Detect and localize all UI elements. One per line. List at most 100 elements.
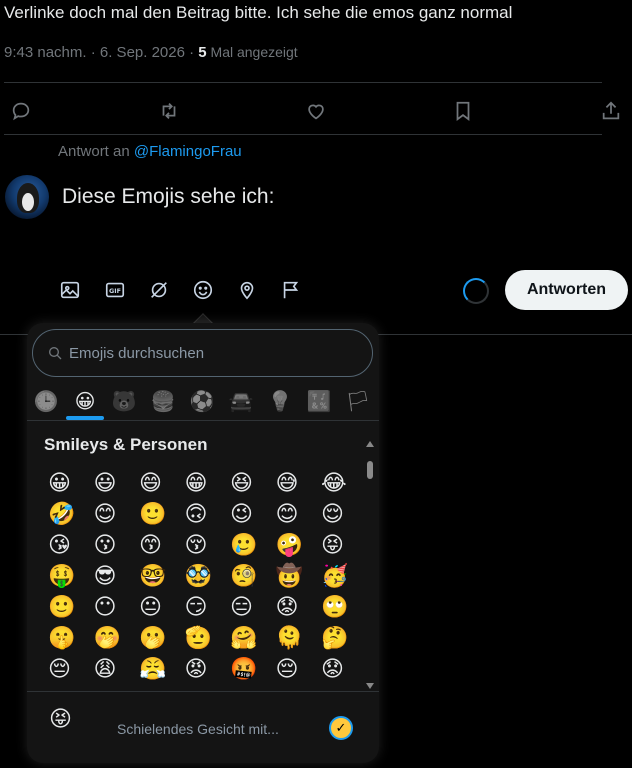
- emoji-icon[interactable]: [190, 277, 216, 303]
- scroll-up-arrow-icon[interactable]: [366, 441, 374, 447]
- emoji-button[interactable]: 🤭: [87, 622, 133, 653]
- emoji-button[interactable]: 😁: [178, 467, 224, 498]
- emoji-button[interactable]: 🤔: [314, 622, 360, 653]
- emoji-button[interactable]: 😥: [87, 684, 133, 689]
- emoji-button[interactable]: 😌: [314, 498, 360, 529]
- emoji-button[interactable]: 😊: [87, 498, 133, 529]
- emoji-button[interactable]: 😑: [223, 591, 269, 622]
- emoji-preview-footer: 😝 Schielendes Gesicht mit... ✓: [27, 691, 379, 763]
- location-icon[interactable]: [234, 277, 260, 303]
- emoji-button[interactable]: 😔: [41, 653, 87, 684]
- emoji-button[interactable]: 😏: [178, 591, 224, 622]
- emoji-scrollbar[interactable]: [365, 441, 375, 691]
- divider-top: [4, 82, 602, 83]
- skin-tone-button[interactable]: ✓: [329, 716, 353, 740]
- category-smileys-icon[interactable]: 😀: [71, 387, 99, 415]
- category-flags-icon[interactable]: 🏳: [344, 387, 372, 415]
- emoji-button[interactable]: 🤪: [269, 529, 315, 560]
- emoji-button[interactable]: 😰: [41, 684, 87, 689]
- avatar-bird-belly: [22, 193, 34, 211]
- reply-icon[interactable]: [8, 98, 34, 124]
- emoji-button[interactable]: 😄: [132, 467, 178, 498]
- emoji-button[interactable]: 😩: [87, 653, 133, 684]
- emoji-button[interactable]: 🙂: [132, 498, 178, 529]
- emoji-button[interactable]: 😎: [87, 560, 133, 591]
- emoji-button[interactable]: 🫢: [132, 622, 178, 653]
- emoji-button[interactable]: 🙃: [178, 498, 224, 529]
- emoji-button[interactable]: 🤬: [223, 653, 269, 684]
- scroll-thumb[interactable]: [367, 461, 373, 479]
- active-category-indicator: [66, 416, 104, 420]
- emoji-button[interactable]: 😀: [41, 467, 87, 498]
- emoji-button[interactable]: 🫡: [178, 622, 224, 653]
- preview-emoji: 😝: [49, 706, 72, 731]
- search-icon: [49, 347, 62, 360]
- emoji-button[interactable]: 🧐: [223, 560, 269, 591]
- emoji-button[interactable]: 😶: [87, 591, 133, 622]
- avatar[interactable]: [5, 175, 49, 219]
- emoji-button[interactable]: 🤗: [223, 622, 269, 653]
- image-icon[interactable]: [57, 277, 83, 303]
- reply-to-prefix: Antwort an: [58, 143, 134, 160]
- emoji-button[interactable]: 😚: [178, 529, 224, 560]
- retweet-icon[interactable]: [156, 98, 182, 124]
- emoji-button[interactable]: 🤠: [269, 560, 315, 591]
- heart-icon[interactable]: [303, 98, 329, 124]
- category-activity-icon[interactable]: ⚽: [188, 387, 216, 415]
- reply-to-handle[interactable]: @FlamingoFrau: [134, 143, 242, 160]
- emoji-button[interactable]: 🫠: [269, 622, 315, 653]
- bookmark-icon[interactable]: [450, 98, 476, 124]
- emoji-button[interactable]: 😃: [87, 467, 133, 498]
- emoji-button[interactable]: 😡: [178, 653, 224, 684]
- gif-icon[interactable]: GIF: [102, 277, 128, 303]
- category-travel-icon[interactable]: 🚘: [227, 387, 255, 415]
- emoji-button[interactable]: 😤: [132, 653, 178, 684]
- emoji-button[interactable]: 😂: [314, 467, 360, 498]
- tweet-action-bar: [0, 90, 632, 130]
- tweet-timestamp[interactable]: 9:43 nachm. · 6. Sep. 2026 ·: [4, 44, 198, 61]
- emoji-button[interactable]: 🤫: [41, 622, 87, 653]
- emoji-button[interactable]: 😟: [314, 653, 360, 684]
- emoji-button[interactable]: 🥳: [314, 560, 360, 591]
- compose-text[interactable]: Diese Emojis sehe ich:: [62, 185, 274, 209]
- emoji-button[interactable]: 🥲: [223, 529, 269, 560]
- share-icon[interactable]: [598, 98, 624, 124]
- grok-icon[interactable]: [146, 277, 172, 303]
- views-count: 5: [198, 44, 207, 61]
- emoji-button[interactable]: 😙: [132, 529, 178, 560]
- emoji-button[interactable]: 😞: [269, 684, 315, 689]
- category-symbols-icon[interactable]: 🔣: [305, 387, 333, 415]
- emoji-button[interactable]: 😅: [269, 467, 315, 498]
- emoji-button[interactable]: 🤓: [132, 560, 178, 591]
- emoji-button[interactable]: 🙄: [314, 591, 360, 622]
- emoji-button[interactable]: 😝: [314, 529, 360, 560]
- scroll-down-arrow-icon[interactable]: [366, 683, 374, 689]
- emoji-button[interactable]: 😕: [314, 684, 360, 689]
- emoji-button[interactable]: 😓: [132, 684, 178, 689]
- emoji-button[interactable]: 🤣: [41, 498, 87, 529]
- emoji-button[interactable]: 😊: [269, 498, 315, 529]
- emoji-button[interactable]: 😐: [132, 591, 178, 622]
- emoji-button[interactable]: 😘: [41, 529, 87, 560]
- views-label: Mal angezeigt: [206, 44, 298, 60]
- svg-text:GIF: GIF: [109, 287, 121, 295]
- category-objects-icon[interactable]: 💡: [266, 387, 294, 415]
- emoji-grid-scroll[interactable]: 😀 😃 😄 😁 😆 😅 😂 🤣 😊 🙂 🙃 😉 😊 😌 😘 😗 😙 😚 🥲 🤪 😝 🤑 😎 🤓 🥸 🧐 🤠 🥳 🙂 😶 😐 😏 😑 😟 🙄 🤫 🤭 🫢 🫡 🤗…: [27, 463, 367, 689]
- emoji-button[interactable]: 😖: [223, 684, 269, 689]
- emoji-button[interactable]: 😣: [178, 684, 224, 689]
- emoji-button[interactable]: 🥸: [178, 560, 224, 591]
- reply-submit-button[interactable]: Antworten: [505, 270, 628, 310]
- category-animals-icon[interactable]: 🐻: [110, 387, 138, 415]
- emoji-button[interactable]: 😆: [223, 467, 269, 498]
- category-food-icon[interactable]: 🍔: [149, 387, 177, 415]
- flag-icon[interactable]: [278, 277, 304, 303]
- emoji-button[interactable]: 😔: [269, 653, 315, 684]
- emoji-search-input[interactable]: [69, 344, 349, 362]
- emoji-button[interactable]: 😟: [269, 591, 315, 622]
- emoji-button[interactable]: 😗: [87, 529, 133, 560]
- emoji-button[interactable]: 🙂: [41, 591, 87, 622]
- emoji-button[interactable]: 😉: [223, 498, 269, 529]
- emoji-button[interactable]: 🤑: [41, 560, 87, 591]
- category-recent-icon[interactable]: 🕒: [32, 387, 60, 415]
- emoji-search-box[interactable]: [32, 329, 373, 377]
